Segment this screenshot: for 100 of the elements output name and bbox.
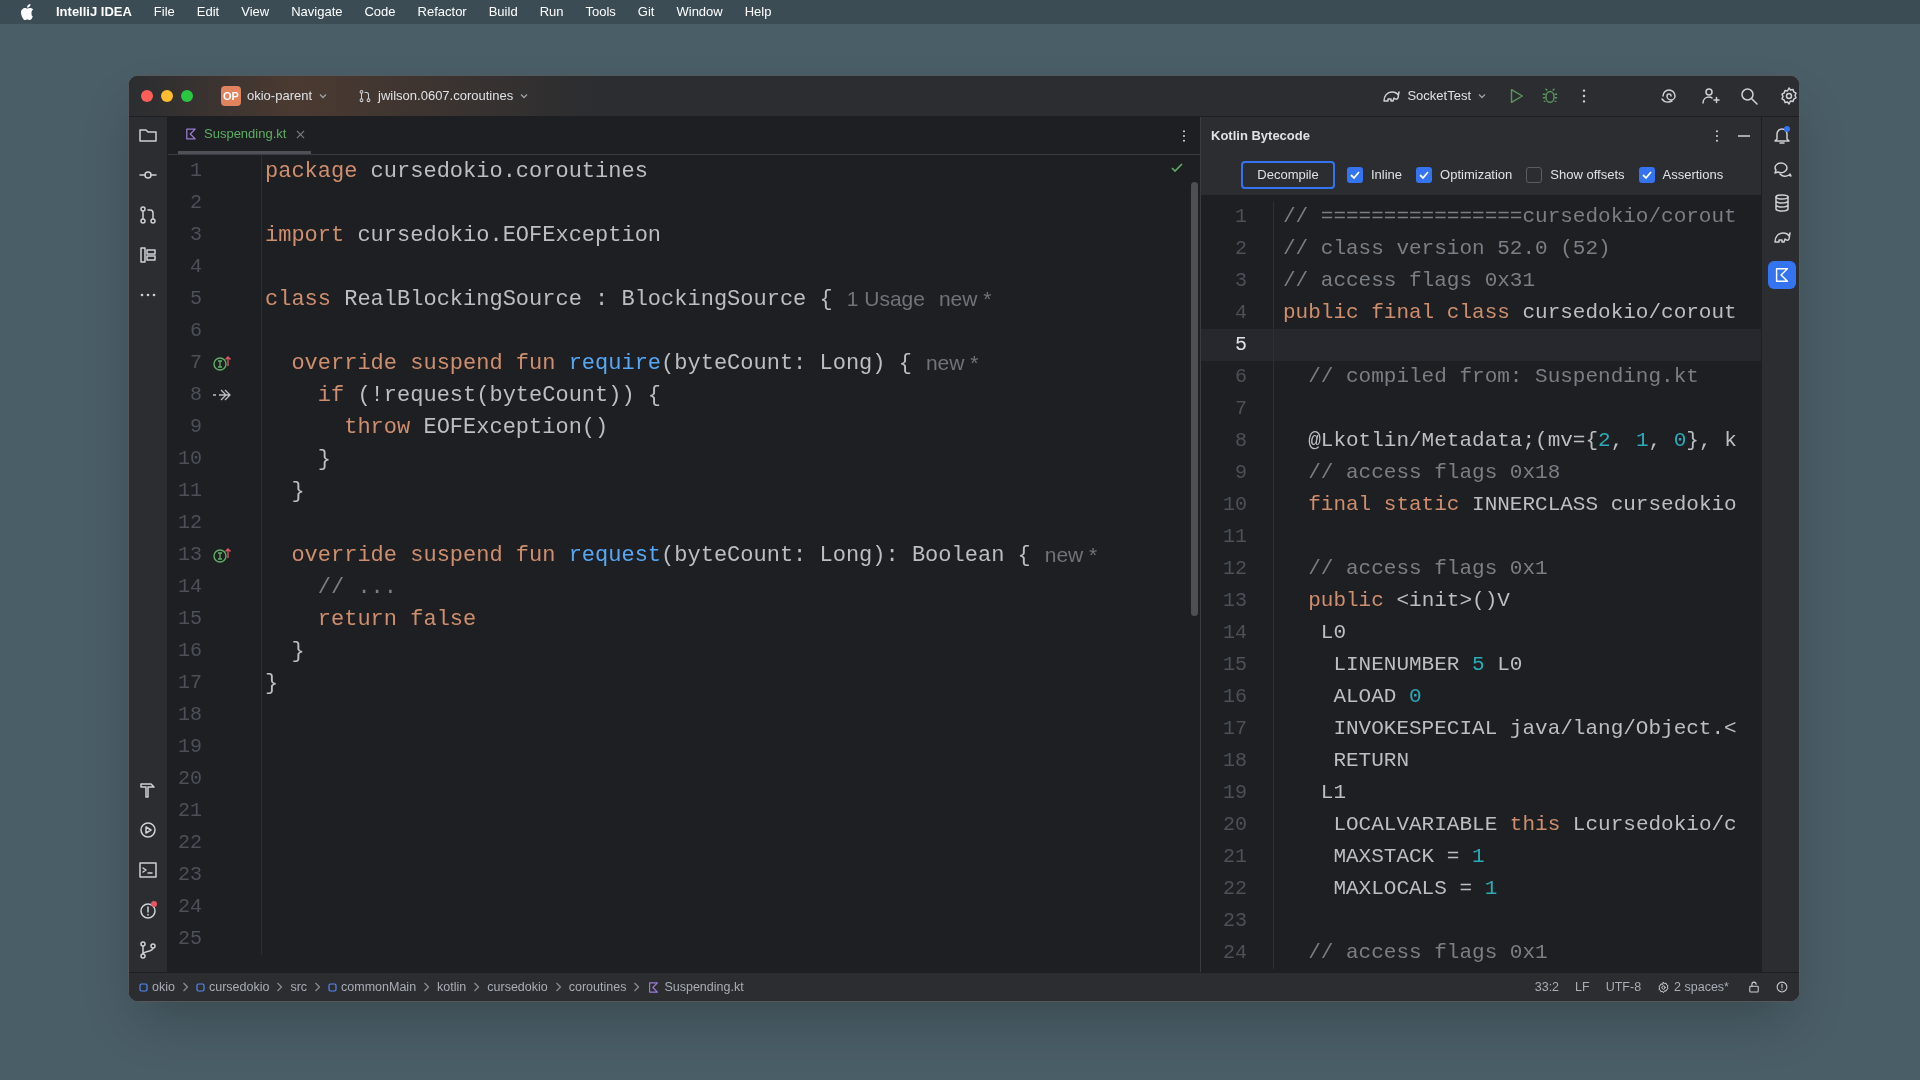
breadcrumb[interactable]: coroutines — [568, 977, 627, 997]
code-line: // access flags 0x1 — [1307, 941, 1548, 965]
file-tab[interactable]: Suspending.kt — [178, 117, 312, 154]
services-icon[interactable] — [138, 820, 158, 840]
menu-item[interactable]: Git — [637, 2, 655, 22]
code-line: LINENUMBER 5 L0 — [1332, 653, 1523, 677]
close-icon[interactable] — [296, 129, 306, 139]
menu-item[interactable]: Code — [364, 2, 396, 22]
search-icon[interactable] — [1739, 86, 1759, 106]
app-menu[interactable]: IntelliJ IDEA — [56, 2, 132, 22]
kotlin-bytecode-icon[interactable] — [1767, 261, 1796, 289]
code-line: // access flags 0x18 — [1307, 461, 1561, 485]
minimize-button[interactable] — [161, 90, 173, 102]
menu-item[interactable]: File — [153, 2, 175, 22]
scrollbar-thumb[interactable] — [1191, 182, 1198, 616]
code-line: package cursedokio.coroutines — [265, 157, 648, 186]
hammer-icon[interactable] — [138, 780, 158, 800]
breadcrumb[interactable]: Suspending.kt — [647, 977, 744, 997]
code-line: if (!request(byteCount)) { — [316, 381, 662, 410]
notifications-icon[interactable] — [1771, 125, 1792, 145]
run-configuration-selector[interactable]: SocketTest — [1381, 86, 1487, 106]
suspend-call-icon — [212, 388, 232, 402]
module-icon — [195, 982, 205, 992]
kotlin-file-icon — [647, 980, 661, 994]
ai-chat-icon[interactable] — [1771, 159, 1792, 179]
menu-item[interactable]: Window — [676, 2, 723, 22]
breadcrumb[interactable]: okio — [139, 977, 175, 997]
breadcrumb[interactable]: src — [290, 977, 308, 997]
checkbox[interactable] — [1347, 167, 1363, 183]
ai-assistant-icon[interactable] — [1659, 86, 1679, 106]
caret-icon — [318, 91, 329, 101]
kotlin-file-icon — [184, 127, 198, 141]
warning-icon[interactable] — [1775, 980, 1789, 994]
code-line: RETURN — [1332, 749, 1410, 773]
code-line: // compiled from: Suspending.kt — [1307, 365, 1699, 389]
close-button[interactable] — [141, 90, 153, 102]
chevron-icon — [633, 982, 641, 992]
terminal-icon[interactable] — [138, 860, 158, 880]
breadcrumb[interactable]: cursedokio — [195, 977, 270, 997]
zoom-button[interactable] — [181, 90, 193, 102]
code-line: LOCALVARIABLE this Lcursedokio/c — [1332, 813, 1737, 837]
problems-icon[interactable] — [138, 900, 158, 920]
indent-setting[interactable]: 2 spaces* — [1657, 977, 1729, 997]
code-line: final static INNERCLASS cursedokio — [1307, 493, 1737, 517]
module-icon — [139, 982, 148, 992]
code-line: INVOKESPECIAL java/lang/Object.< — [1332, 717, 1737, 741]
code-line: } — [265, 669, 279, 698]
line-separator[interactable]: LF — [1575, 977, 1590, 997]
implements-icon[interactable] — [212, 546, 232, 564]
code-line: L1 — [1319, 781, 1346, 805]
add-user-icon[interactable] — [1700, 86, 1720, 106]
panel-title: Kotlin Bytecode — [1211, 127, 1310, 146]
breadcrumb[interactable]: kotlin — [437, 977, 467, 997]
code-line: class RealBlockingSource : BlockingSource { — [265, 285, 833, 314]
code-line: override suspend fun require(byteCount: Long) { — [290, 349, 912, 378]
chevron-icon — [314, 982, 322, 992]
chevron-icon — [554, 982, 562, 992]
branch-selector[interactable]: jwilson.0607.coroutines — [358, 86, 530, 106]
checkbox[interactable] — [1526, 167, 1543, 183]
checkbox[interactable] — [1638, 167, 1655, 183]
checkbox-label: Inline — [1371, 166, 1403, 185]
code-line: throw EOFException() — [343, 413, 609, 442]
code-line: public final class cursedokio/corout — [1283, 301, 1737, 325]
decompile-button[interactable]: Decompile — [1241, 161, 1335, 189]
code-line: public <init>()V — [1307, 589, 1510, 613]
chevron-icon — [181, 982, 189, 992]
menu-item[interactable]: Tools — [585, 2, 616, 22]
checkbox[interactable] — [1416, 167, 1433, 183]
caret-position[interactable]: 33:2 — [1534, 977, 1560, 997]
breadcrumb[interactable]: commonMain — [328, 977, 417, 997]
chevron-icon — [473, 982, 481, 992]
project-selector[interactable]: OP okio-parent — [217, 86, 333, 106]
inlay-hint: new * — [925, 350, 979, 377]
apple-icon[interactable] — [20, 4, 34, 20]
menu-item[interactable]: Run — [539, 2, 564, 22]
bug-icon[interactable] — [1541, 87, 1559, 105]
menu-item[interactable]: Navigate — [291, 2, 343, 22]
code-line: MAXLOCALS = 1 — [1332, 877, 1498, 901]
lock-icon[interactable] — [1747, 980, 1761, 994]
code-line: // ================cursedokio/corout — [1283, 205, 1737, 229]
structure-icon[interactable] — [138, 245, 158, 265]
settings-icon[interactable] — [1779, 86, 1799, 106]
menu-item[interactable]: Build — [488, 2, 518, 22]
git-icon[interactable] — [138, 940, 158, 960]
menu-item[interactable]: View — [241, 2, 270, 22]
breadcrumb[interactable]: cursedokio — [487, 977, 548, 997]
menu-item[interactable]: Refactor — [417, 2, 467, 22]
menu-item[interactable]: Edit — [196, 2, 220, 22]
gear-icon — [1657, 980, 1671, 994]
caret-icon — [1477, 91, 1487, 101]
implements-icon[interactable] — [212, 354, 232, 372]
menu-item[interactable]: Help — [744, 2, 772, 22]
code-line: return false — [316, 605, 477, 634]
code-line: // class version 52.0 (52) — [1283, 237, 1611, 261]
code-line: // access flags 0x31 — [1283, 269, 1536, 293]
pull-request-icon[interactable] — [138, 205, 158, 225]
code-line: } — [290, 637, 305, 666]
code-line: // ... — [316, 573, 398, 602]
code-line: } — [316, 445, 331, 474]
file-encoding[interactable]: UTF-8 — [1605, 977, 1642, 997]
